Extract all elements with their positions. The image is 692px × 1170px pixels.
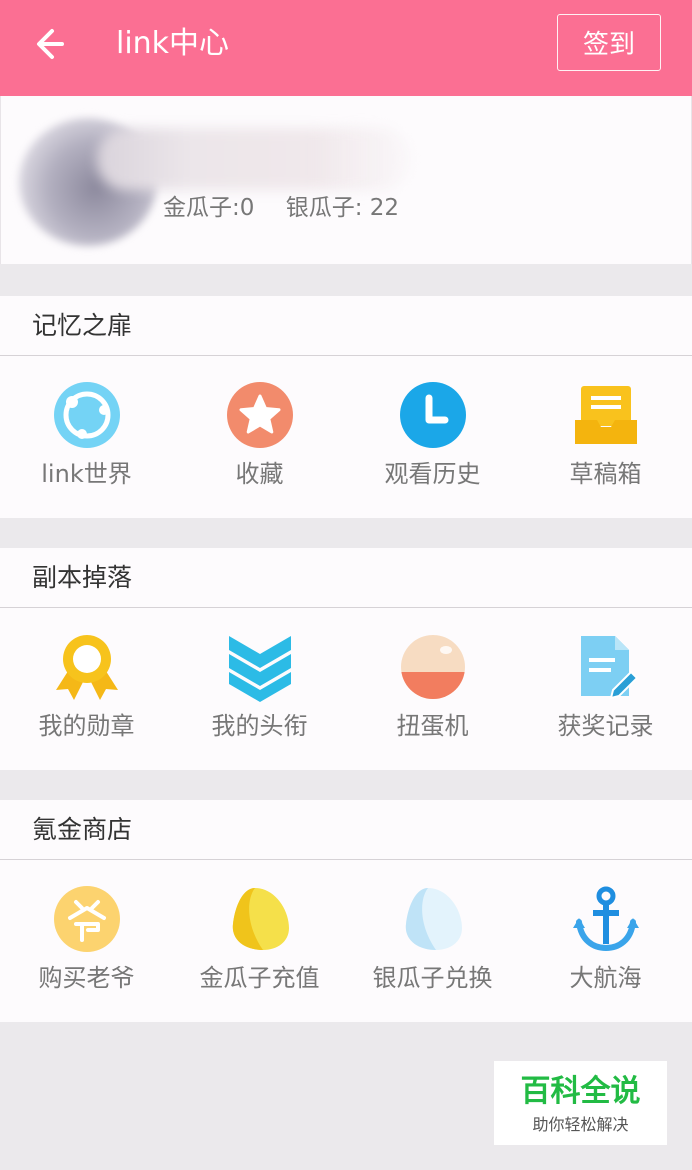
vip-lord-icon xyxy=(54,886,120,952)
username-redacted xyxy=(97,128,409,190)
menu-item-favorites[interactable]: 收藏 xyxy=(173,356,346,518)
award-record-icon xyxy=(581,636,639,700)
section-memory-gate: 记忆之扉 link世界 收藏 观看历史 草稿箱 xyxy=(0,296,692,518)
menu-item-watch-history[interactable]: 观看历史 xyxy=(346,356,519,518)
menu-item-link-world[interactable]: link世界 xyxy=(0,356,173,518)
section-dungeon-drops: 副本掉落 我的勋章 我的头衔 扭蛋机 获奖记录 xyxy=(0,548,692,770)
menu-item-drafts[interactable]: 草稿箱 xyxy=(519,356,692,518)
section-title: 副本掉落 xyxy=(32,563,133,592)
menu-item-label: 扭蛋机 xyxy=(396,712,469,740)
menu-item-label: 银瓜子兑换 xyxy=(372,964,493,992)
clock-history-icon xyxy=(400,382,466,448)
menu-item-label: link世界 xyxy=(41,460,132,488)
menu-item-buy-lord[interactable]: 购买老爷 xyxy=(0,860,173,1022)
menu-item-gacha[interactable]: 扭蛋机 xyxy=(346,608,519,770)
menu-item-label: 草稿箱 xyxy=(569,460,642,488)
watermark-logo: 百科全说 助你轻松解决 xyxy=(494,1061,667,1145)
watermark-title: 百科全说 xyxy=(520,1074,641,1109)
profile-card[interactable]: 金瓜子:0 银瓜子: 22 xyxy=(0,96,692,264)
menu-item-label: 金瓜子充值 xyxy=(199,964,320,992)
page-title: link中心 xyxy=(116,26,230,61)
coin-balance: 金瓜子:0 银瓜子: 22 xyxy=(163,193,399,223)
draft-box-icon xyxy=(575,386,637,444)
silver-seed-icon xyxy=(405,888,462,950)
capsule-egg-icon xyxy=(401,635,465,699)
menu-item-gold-recharge[interactable]: 金瓜子充值 xyxy=(173,860,346,1022)
favorite-star-icon xyxy=(227,382,293,448)
section-title: 记忆之扉 xyxy=(32,311,133,340)
menu-item-my-titles[interactable]: 我的头衔 xyxy=(173,608,346,770)
medal-icon xyxy=(56,635,118,700)
menu-item-label: 大航海 xyxy=(569,964,642,992)
menu-item-label: 我的勋章 xyxy=(38,712,135,740)
chevron-rank-icon xyxy=(229,636,291,702)
menu-item-label: 获奖记录 xyxy=(557,712,654,740)
checkin-button[interactable]: 签到 xyxy=(557,14,661,71)
link-world-icon xyxy=(54,382,120,448)
menu-item-label: 收藏 xyxy=(235,460,284,488)
menu-item-voyage[interactable]: 大航海 xyxy=(519,860,692,1022)
gold-seed-balance: 金瓜子:0 xyxy=(163,195,255,221)
gold-seed-icon xyxy=(232,888,289,950)
back-arrow-icon[interactable] xyxy=(30,22,78,66)
watermark-subtitle: 助你轻松解决 xyxy=(532,1115,629,1134)
silver-seed-balance: 银瓜子: 22 xyxy=(285,195,400,221)
menu-item-silver-exchange[interactable]: 银瓜子兑换 xyxy=(346,860,519,1022)
menu-item-label: 观看历史 xyxy=(384,460,481,488)
menu-item-my-medals[interactable]: 我的勋章 xyxy=(0,608,173,770)
app-bar: link中心 签到 xyxy=(0,0,692,96)
anchor-icon xyxy=(573,886,639,952)
menu-item-label: 我的头衔 xyxy=(211,712,308,740)
section-title: 氪金商店 xyxy=(32,815,133,844)
menu-item-label: 购买老爷 xyxy=(38,964,135,992)
section-shop: 氪金商店 购买老爷 金瓜子充值 银瓜子兑换 大航海 xyxy=(0,800,692,1022)
menu-item-award-records[interactable]: 获奖记录 xyxy=(519,608,692,770)
